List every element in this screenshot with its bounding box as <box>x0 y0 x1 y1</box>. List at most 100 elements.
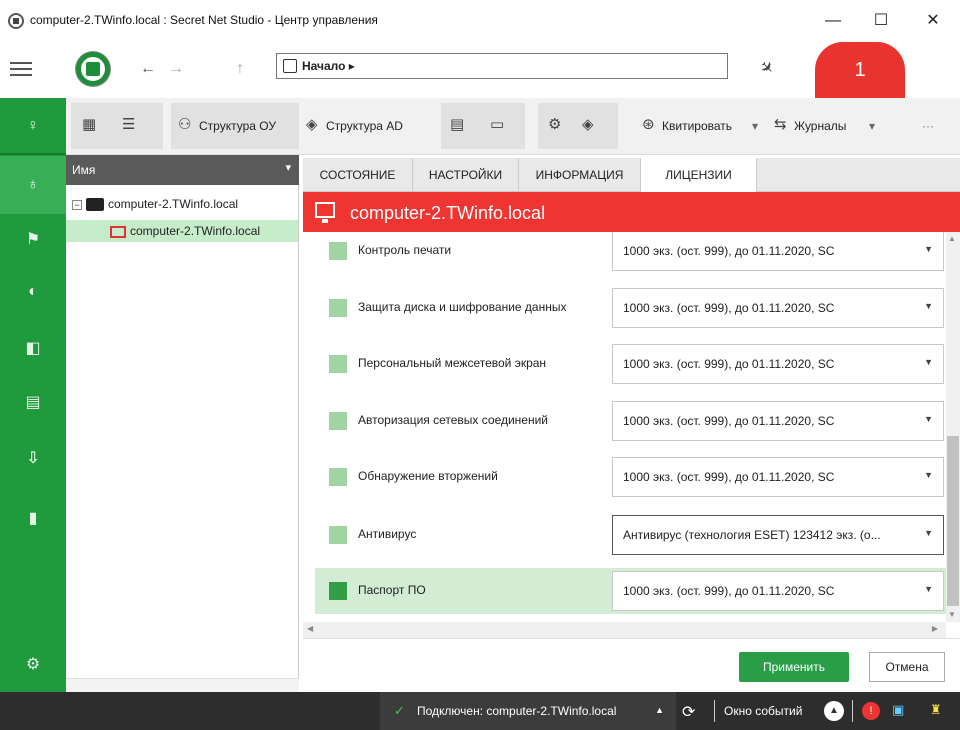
license-status-indicator <box>329 299 347 317</box>
license-select[interactable]: 1000 экз. (ост. 999), до 01.11.2020, SC ▼ <box>612 401 944 441</box>
license-status-indicator <box>329 582 347 600</box>
breadcrumb[interactable]: Начало ▸ <box>302 59 355 73</box>
license-select[interactable]: 1000 экз. (ост. 999), до 01.11.2020, SC ▼ <box>612 457 944 497</box>
settings-icon[interactable]: ⚙ <box>22 654 44 676</box>
license-select-value: 1000 экз. (ост. 999), до 01.11.2020, SC <box>623 584 835 598</box>
scroll-left-icon[interactable]: ◀ <box>307 624 313 633</box>
license-name: Авторизация сетевых соединений <box>358 413 549 427</box>
scroll-up-icon[interactable]: ▲ <box>948 234 956 243</box>
license-select[interactable]: 1000 экз. (ост. 999), до 01.11.2020, SC ▼ <box>612 288 944 328</box>
policy-icon[interactable]: ⚑ <box>22 229 44 251</box>
pin-icon[interactable]: ✈ <box>755 56 779 80</box>
acknowledge-button[interactable]: Квитировать <box>662 119 732 133</box>
deployment-icon[interactable]: ◧ <box>22 338 44 360</box>
acknowledge-icon: ⊛ <box>642 116 655 133</box>
license-status-indicator <box>329 242 347 260</box>
notification-badge[interactable]: 1 <box>815 42 905 98</box>
home-icon <box>283 59 297 73</box>
check-icon: ✓ <box>394 703 405 718</box>
license-select-value: 1000 экз. (ост. 999), до 01.11.2020, SC <box>623 244 835 258</box>
license-name: Контроль печати <box>358 243 452 257</box>
network-icon[interactable]: ▣ <box>892 702 904 718</box>
structure-ad-button[interactable]: Структура AD <box>326 119 403 133</box>
menu-icon[interactable] <box>10 62 32 76</box>
monitoring-icon[interactable]: ♀ <box>22 115 44 137</box>
horizontal-scrollbar[interactable]: ◀ ▶ <box>303 622 946 638</box>
chevron-down-icon: ▼ <box>924 528 933 538</box>
events-window-button[interactable]: Окно событий <box>724 704 802 718</box>
maximize-button[interactable]: ☐ <box>858 6 904 36</box>
chevron-up-icon: ▲ <box>655 705 664 715</box>
close-button[interactable]: ✕ <box>910 6 956 36</box>
license-row: Контроль печати 1000 экз. (ост. 999), до… <box>315 232 946 274</box>
config-icon[interactable]: ⚙ <box>548 115 561 133</box>
license-select[interactable]: Антивирус (технология ESET) 123412 экз. … <box>612 515 944 555</box>
documents-icon[interactable]: ▮ <box>22 508 44 530</box>
journals-button[interactable]: Журналы <box>794 119 846 133</box>
action-footer: Применить Отмена <box>303 638 960 692</box>
license-select-value: 1000 экз. (ост. 999), до 01.11.2020, SC <box>623 301 835 315</box>
monitor-icon[interactable]: ▭ <box>490 115 504 133</box>
scroll-down-icon[interactable]: ▼ <box>948 610 956 619</box>
up-button[interactable]: ↑ <box>236 60 244 78</box>
acknowledge-dropdown-icon[interactable]: ▾ <box>752 119 758 133</box>
computers-icon[interactable]: ♁ <box>22 174 44 196</box>
alert-icon[interactable]: ! <box>862 702 880 720</box>
license-select-value: 1000 экз. (ост. 999), до 01.11.2020, SC <box>623 470 835 484</box>
download-icon[interactable]: ⇩ <box>22 448 44 470</box>
license-row: Защита диска и шифрование данных 1000 эк… <box>315 285 946 331</box>
license-name: Обнаружение вторжений <box>358 469 498 483</box>
tree-header-dropdown-icon[interactable]: ▾ <box>285 161 291 174</box>
license-select[interactable]: 1000 экз. (ост. 999), до 01.11.2020, SC ▼ <box>612 344 944 384</box>
grid-view-icon[interactable]: ▦ <box>82 115 96 133</box>
journals-dropdown-icon[interactable]: ▾ <box>869 119 875 133</box>
window-title: computer-2.TWinfo.local : Secret Net Stu… <box>30 13 378 27</box>
reports-icon[interactable]: ◐ <box>22 281 44 303</box>
list-view-icon[interactable]: ☰ <box>122 115 135 133</box>
tree-horizontal-scrollbar[interactable] <box>66 678 299 692</box>
app-logo[interactable] <box>76 52 110 86</box>
structure-ou-button[interactable]: Структура ОУ <box>199 119 276 133</box>
logs-icon[interactable]: ▤ <box>22 392 44 414</box>
license-row-selected[interactable]: Паспорт ПО 1000 экз. (ост. 999), до 01.1… <box>315 568 946 614</box>
chevron-down-icon: ▼ <box>924 244 933 254</box>
tab-status[interactable]: СОСТОЯНИЕ <box>303 158 413 192</box>
address-bar[interactable]: Начало ▸ <box>276 53 728 79</box>
org-structure-icon: ⚇ <box>178 116 192 133</box>
license-name: Антивирус <box>358 527 417 541</box>
refresh-icon[interactable]: ⟳ <box>682 702 695 722</box>
scroll-right-icon[interactable]: ▶ <box>932 624 938 633</box>
minimize-button[interactable]: — <box>810 6 856 36</box>
computer-icon <box>110 225 126 238</box>
tree-node-label: computer-2.TWinfo.local <box>108 197 239 211</box>
scrollbar-thumb[interactable] <box>947 436 959 606</box>
more-button[interactable]: ··· <box>922 119 934 133</box>
vertical-scrollbar[interactable]: ▲ ▼ <box>946 232 960 622</box>
collapse-icon[interactable]: − <box>72 199 82 210</box>
chevron-up-circle-icon[interactable]: ▲ <box>824 701 844 721</box>
rail-divider <box>0 153 66 155</box>
license-select[interactable]: 1000 экз. (ост. 999), до 01.11.2020, SC ▼ <box>612 232 944 271</box>
tab-licenses[interactable]: ЛИЦЕНЗИИ <box>641 158 757 193</box>
tree-node-computer[interactable]: computer-2.TWinfo.local <box>66 220 298 242</box>
chevron-down-icon: ▼ <box>924 357 933 367</box>
connection-label: Подключен: computer-2.TWinfo.local <box>417 704 617 718</box>
connection-status[interactable]: ✓ Подключен: computer-2.TWinfo.local ▲ <box>380 692 676 730</box>
server-icon[interactable]: ▤ <box>450 115 464 133</box>
apply-button[interactable]: Применить <box>739 652 849 682</box>
tab-settings[interactable]: НАСТРОЙКИ <box>413 158 519 192</box>
tree-header[interactable]: Имя ▾ <box>66 155 299 185</box>
license-row: Антивирус Антивирус (технология ESET) 12… <box>315 512 946 558</box>
cancel-button[interactable]: Отмена <box>869 652 945 682</box>
move-icon[interactable]: ◈ <box>582 115 594 133</box>
agent-icon[interactable]: ♜ <box>930 702 942 718</box>
license-select[interactable]: 1000 экз. (ост. 999), до 01.11.2020, SC ▼ <box>612 571 944 611</box>
tree-node-server[interactable]: − computer-2.TWinfo.local <box>72 193 238 215</box>
license-name: Защита диска и шифрование данных <box>358 300 567 314</box>
tab-information[interactable]: ИНФОРМАЦИЯ <box>519 158 641 192</box>
back-button[interactable]: ← <box>140 60 156 78</box>
status-bar: ✓ Подключен: computer-2.TWinfo.local ▲ ⟳… <box>0 692 960 730</box>
forward-button[interactable]: → <box>168 60 184 78</box>
license-list: Контроль печати 1000 экз. (ост. 999), до… <box>303 232 946 622</box>
divider <box>852 700 853 722</box>
